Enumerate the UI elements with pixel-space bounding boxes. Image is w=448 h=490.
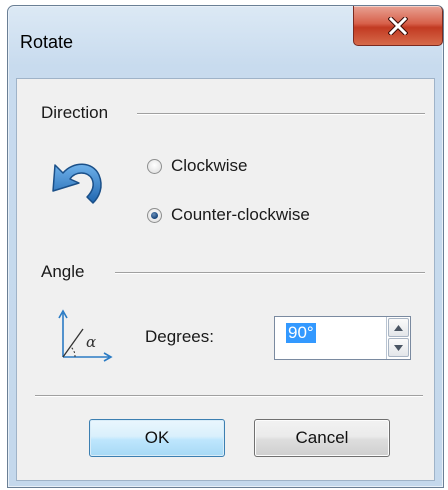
degrees-spinner[interactable]: 90°	[274, 316, 411, 360]
down-arrow-icon	[394, 344, 403, 351]
spin-down-button[interactable]	[388, 338, 409, 357]
counter-clockwise-label: Counter-clockwise	[171, 205, 310, 224]
degrees-label: Degrees:	[145, 327, 214, 346]
rotate-counterclockwise-icon	[52, 163, 102, 204]
cancel-button[interactable]: Cancel	[254, 419, 390, 457]
spinner-buttons	[386, 317, 410, 359]
counter-clockwise-option[interactable]: Counter-clockwise	[147, 205, 310, 225]
angle-heading: Angle	[41, 262, 93, 282]
spin-up-button[interactable]	[388, 318, 409, 337]
clockwise-option[interactable]: Clockwise	[147, 156, 248, 176]
counter-clockwise-radio[interactable]	[147, 207, 162, 223]
close-button[interactable]	[353, 6, 443, 46]
footer-separator	[35, 395, 423, 396]
direction-divider	[137, 113, 425, 114]
dialog-title: Rotate	[20, 32, 74, 52]
up-arrow-icon	[394, 324, 403, 331]
clockwise-radio[interactable]	[147, 158, 162, 174]
alpha-symbol: α	[86, 333, 97, 351]
clockwise-label: Clockwise	[171, 156, 248, 175]
title-bar[interactable]: Rotate	[8, 6, 443, 78]
degrees-input[interactable]: 90°	[286, 323, 316, 343]
rotate-dialog: Rotate Direction Clockwise Counter-clock…	[7, 5, 444, 488]
dialog-body: Direction Clockwise Counter-clockwise An…	[16, 78, 435, 481]
direction-heading: Direction	[41, 103, 117, 123]
close-icon	[388, 16, 408, 35]
ok-button[interactable]: OK	[89, 419, 225, 457]
angle-divider	[115, 272, 425, 273]
